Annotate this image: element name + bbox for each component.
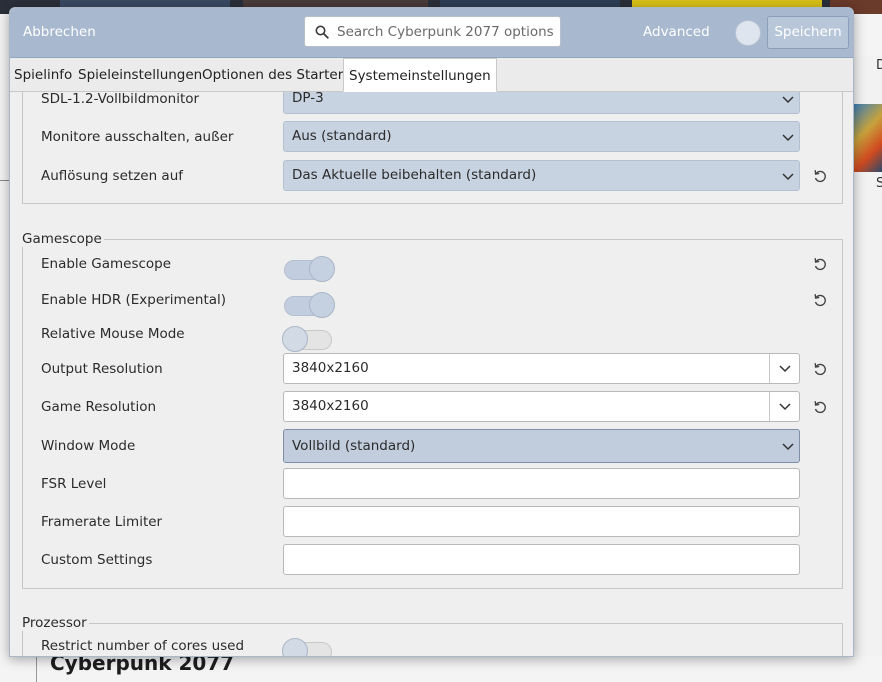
switch-knob: [282, 326, 308, 352]
reset-icon[interactable]: [812, 168, 828, 184]
reset-icon[interactable]: [812, 256, 828, 272]
select-value: DP-3: [292, 92, 324, 106]
select-value: Vollbild (standard): [292, 438, 416, 454]
chevron-down-icon: [782, 134, 794, 142]
reset-icon[interactable]: [812, 399, 828, 415]
background-side-letter: S: [876, 176, 882, 191]
setting-label: SDL-1.2-Vollbildmonitor: [41, 92, 200, 107]
custom-settings-field[interactable]: [283, 544, 800, 575]
setting-label: Monitore ausschalten, außer: [41, 129, 234, 145]
cancel-button[interactable]: Abbrechen: [23, 24, 96, 40]
reset-icon[interactable]: [812, 292, 828, 308]
combo-entry-value[interactable]: 3840x2160: [292, 392, 369, 421]
search-icon: [315, 25, 329, 39]
sdl-fullscreen-monitor-select[interactable]: DP-3: [283, 92, 800, 114]
restrict-cores-switch[interactable]: [282, 638, 332, 656]
chevron-down-icon: [782, 96, 794, 104]
setting-label: FSR Level: [41, 476, 107, 492]
reset-icon[interactable]: [812, 361, 828, 377]
game-cover-art[interactable]: [854, 104, 882, 172]
setting-label: Game Resolution: [41, 399, 157, 415]
chevron-down-icon: [779, 365, 791, 373]
save-button[interactable]: Speichern: [767, 16, 849, 49]
chevron-down-icon: [782, 443, 794, 451]
tab-spieleinstellungen[interactable]: Spieleinstellungen: [78, 58, 202, 92]
setting-label: Enable HDR (Experimental): [41, 292, 227, 308]
chevron-down-icon: [779, 403, 791, 411]
set-resolution-select[interactable]: Das Aktuelle beibehalten (standard): [283, 160, 800, 191]
section-title-processor: Prozessor: [22, 615, 89, 631]
section-title-gamescope: Gamescope: [22, 231, 104, 247]
tab-bar: Spielinfo Spieleinstellungen Optionen de…: [10, 58, 853, 92]
divider: [0, 180, 9, 181]
window-mode-select[interactable]: Vollbild (standard): [283, 429, 800, 463]
game-config-dialog: Abbrechen Advanced Speichern Spielinfo S…: [9, 7, 854, 657]
game-resolution-combo[interactable]: 3840x2160: [283, 391, 800, 422]
setting-label: Output Resolution: [41, 361, 163, 377]
relative-mouse-mode-switch[interactable]: [282, 326, 332, 352]
settings-scroll-area[interactable]: SDL-1.2-Vollbildmonitor DP-3 Monitore au…: [10, 92, 853, 656]
select-value: Aus (standard): [292, 128, 392, 144]
framerate-limiter-field[interactable]: [283, 506, 800, 537]
combo-dropdown-button[interactable]: [769, 354, 799, 383]
tab-optionen-des-starters[interactable]: Optionen des Starters: [202, 58, 350, 92]
enable-gamescope-switch[interactable]: [284, 256, 335, 282]
switch-knob: [309, 292, 335, 318]
setting-label: Restrict number of cores used: [41, 638, 245, 654]
setting-label: Window Mode: [41, 438, 136, 454]
dialog-headerbar: Abbrechen Advanced Speichern: [10, 8, 853, 58]
advanced-toggle[interactable]: [735, 20, 761, 46]
tab-systemeinstellungen[interactable]: Systemeinstellungen: [343, 58, 497, 92]
search-input[interactable]: [335, 17, 555, 46]
chevron-down-icon: [782, 173, 794, 181]
tab-spielinfo[interactable]: Spielinfo: [14, 58, 72, 92]
divider: [36, 656, 37, 682]
fsr-level-field[interactable]: [283, 468, 800, 499]
enable-hdr-switch[interactable]: [284, 292, 335, 318]
switch-knob: [309, 256, 335, 282]
setting-label: Framerate Limiter: [41, 514, 163, 530]
setting-label: Enable Gamescope: [41, 256, 172, 272]
setting-label: Custom Settings: [41, 552, 153, 568]
setting-label: Relative Mouse Mode: [41, 326, 185, 342]
combo-entry-value[interactable]: 3840x2160: [292, 354, 369, 383]
select-value: Das Aktuelle beibehalten (standard): [292, 167, 537, 183]
background-side-letter: D: [876, 58, 882, 73]
turn-off-monitors-select[interactable]: Aus (standard): [283, 121, 800, 152]
setting-label: Auflösung setzen auf: [41, 168, 184, 184]
advanced-label: Advanced: [643, 24, 710, 40]
combo-dropdown-button[interactable]: [769, 392, 799, 421]
search-box[interactable]: [304, 16, 561, 47]
output-resolution-combo[interactable]: 3840x2160: [283, 353, 800, 384]
